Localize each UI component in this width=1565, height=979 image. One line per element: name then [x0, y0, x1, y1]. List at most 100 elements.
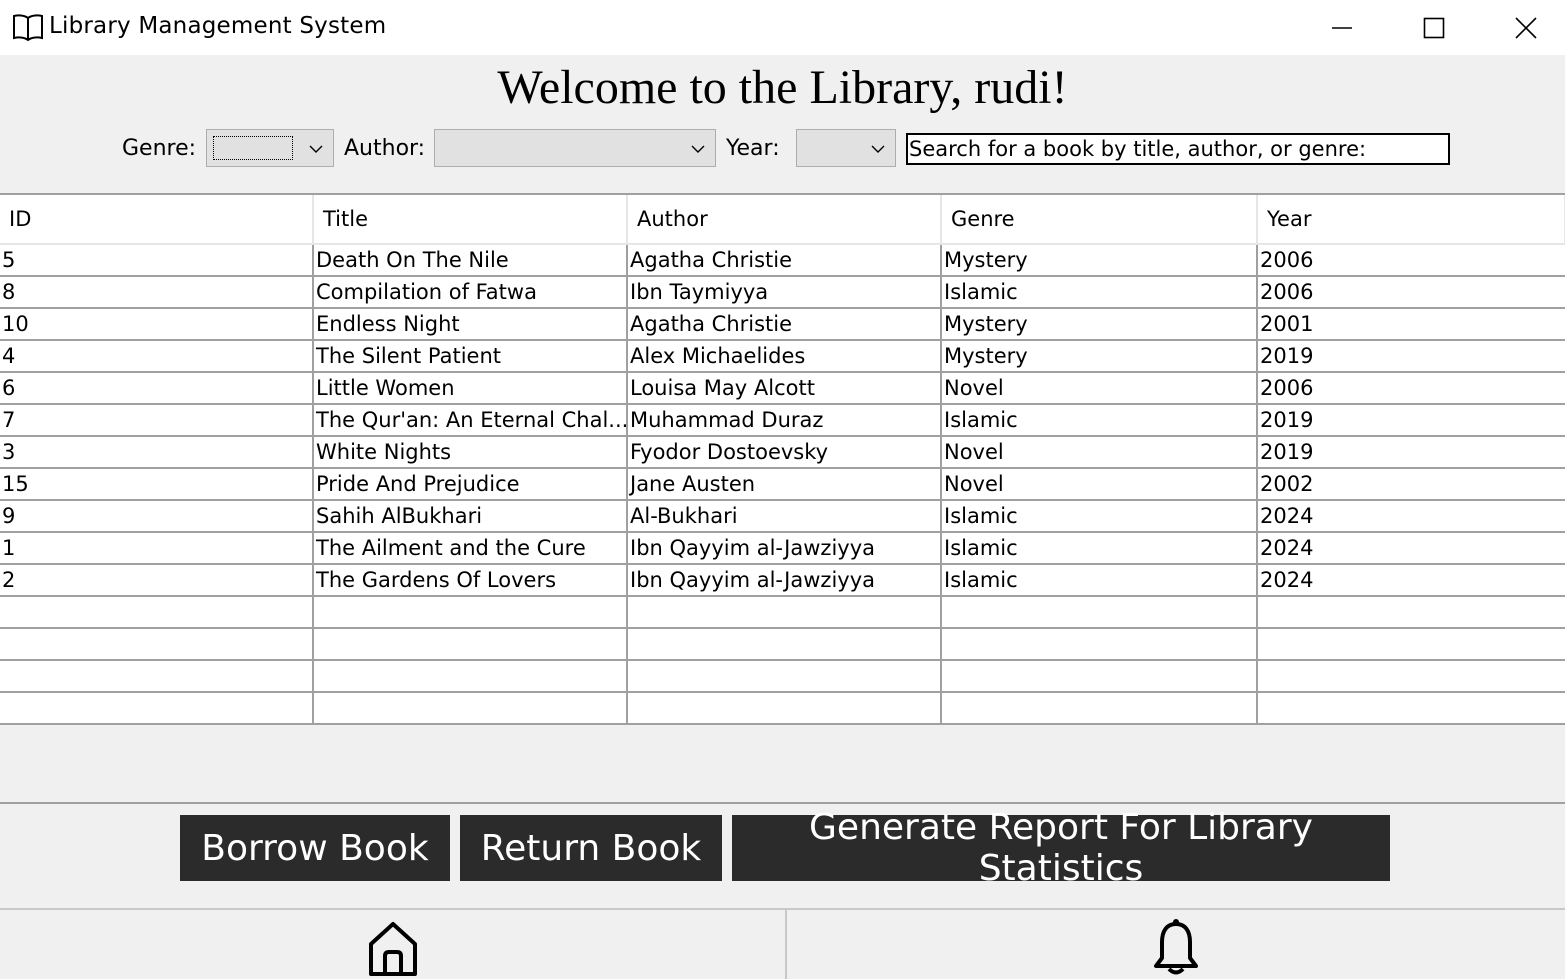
- table-cell-year: 2006: [1257, 244, 1565, 277]
- column-header-id[interactable]: ID: [0, 195, 314, 245]
- table-row[interactable]: 10 Endless Night Agatha Christie Mystery 200…: [0, 308, 1565, 341]
- table-cell-year: 2006: [1257, 372, 1565, 405]
- table-cell-year: [1257, 692, 1565, 725]
- home-button[interactable]: [0, 910, 785, 979]
- table-cell-genre: [941, 596, 1258, 629]
- table-cell-genre: [941, 628, 1258, 661]
- notifications-button[interactable]: [787, 910, 1565, 979]
- table-row[interactable]: 9 Sahih AlBukhari Al-Bukhari Islamic 2024: [0, 500, 1565, 533]
- table-cell-id: 1: [0, 532, 314, 565]
- table-cell-genre: Islamic: [941, 564, 1258, 597]
- chevron-down-icon: [691, 145, 705, 153]
- table-cell-genre: Islamic: [941, 500, 1258, 533]
- table-row[interactable]: 1 The Ailment and the Cure Ibn Qayyim al-J…: [0, 532, 1565, 565]
- books-table[interactable]: ID Title Author Genre Year 5 Death On The Nil…: [0, 193, 1565, 804]
- table-cell-id: 3: [0, 436, 314, 469]
- column-header-year[interactable]: Year: [1257, 195, 1565, 245]
- table-row[interactable]: 2 The Gardens Of Lovers Ibn Qayyim al-Jawz…: [0, 564, 1565, 597]
- window-title: Library Management System: [49, 13, 387, 39]
- table-cell-id: 2: [0, 564, 314, 597]
- table-row[interactable]: 6 Little Women Louisa May Alcott Novel 2006: [0, 372, 1565, 405]
- table-cell-year: 2024: [1257, 564, 1565, 597]
- table-cell-title: [313, 660, 628, 693]
- table-header-row: ID Title Author Genre Year: [0, 195, 1565, 245]
- column-header-title[interactable]: Title: [313, 195, 628, 245]
- table-cell-year: [1257, 596, 1565, 629]
- table-row[interactable]: 8 Compilation of Fatwa Ibn Taymiyya Islamic…: [0, 276, 1565, 309]
- column-header-genre[interactable]: Genre: [941, 195, 1258, 245]
- table-cell-id: [0, 692, 314, 725]
- welcome-heading: Welcome to the Library, rudi!: [497, 61, 1068, 114]
- table-cell-year: 2019: [1257, 404, 1565, 437]
- generate-report-button[interactable]: Generate Report For Library Statistics: [732, 807, 1390, 889]
- author-label: Author:: [344, 136, 426, 161]
- table-cell-id: 10: [0, 308, 314, 341]
- maximize-button[interactable]: [1388, 0, 1480, 55]
- table-cell-genre: Islamic: [941, 532, 1258, 565]
- column-header-author[interactable]: Author: [627, 195, 942, 245]
- table-cell-title: The Gardens Of Lovers: [313, 564, 628, 597]
- table-cell-title: White Nights: [313, 436, 628, 469]
- table-row[interactable]: [0, 660, 1565, 693]
- table-cell-author: Jane Austen: [627, 468, 942, 501]
- table-row[interactable]: 15 Pride And Prejudice Jane Austen Novel 200…: [0, 468, 1565, 501]
- table-row[interactable]: 7 The Qur'an: An Eternal Chal... Muhammad …: [0, 404, 1565, 437]
- author-select[interactable]: [434, 129, 716, 167]
- table-cell-author: Al-Bukhari: [627, 500, 942, 533]
- table-cell-author: [627, 660, 942, 693]
- table-row[interactable]: [0, 628, 1565, 661]
- table-cell-author: Muhammad Duraz: [627, 404, 942, 437]
- table-cell-author: Ibn Taymiyya: [627, 276, 942, 309]
- table-cell-title: The Ailment and the Cure: [313, 532, 628, 565]
- table-cell-year: 2024: [1257, 500, 1565, 533]
- table-cell-author: [627, 692, 942, 725]
- table-row[interactable]: 3 White Nights Fyodor Dostoevsky Novel 2019: [0, 436, 1565, 469]
- app-window: Library Management System Welcome to the…: [0, 0, 1565, 979]
- table-cell-id: [0, 660, 314, 693]
- table-cell-title: The Qur'an: An Eternal Chal...: [313, 404, 628, 437]
- action-bar: Borrow Book Return Book Generate Report …: [0, 807, 1565, 889]
- year-select[interactable]: [796, 129, 896, 167]
- table-row[interactable]: [0, 692, 1565, 725]
- bell-icon: [1154, 918, 1198, 974]
- table-cell-genre: Mystery: [941, 308, 1258, 341]
- genre-label: Genre:: [122, 136, 197, 161]
- genre-select[interactable]: [206, 129, 334, 167]
- table-cell-genre: Mystery: [941, 244, 1258, 277]
- close-button[interactable]: [1480, 0, 1565, 55]
- table-row[interactable]: 5 Death On The Nile Agatha Christie Mystery…: [0, 244, 1565, 277]
- table-cell-genre: Islamic: [941, 404, 1258, 437]
- chevron-down-icon: [309, 145, 323, 153]
- table-cell-title: [313, 692, 628, 725]
- table-cell-year: 2001: [1257, 308, 1565, 341]
- table-cell-id: [0, 628, 314, 661]
- year-label: Year:: [726, 136, 780, 161]
- minimize-button[interactable]: [1296, 0, 1388, 55]
- table-cell-id: [0, 596, 314, 629]
- table-cell-id: 7: [0, 404, 314, 437]
- table-cell-year: 2024: [1257, 532, 1565, 565]
- table-cell-title: Death On The Nile: [313, 244, 628, 277]
- table-cell-id: 6: [0, 372, 314, 405]
- table-cell-year: 2002: [1257, 468, 1565, 501]
- table-cell-id: 9: [0, 500, 314, 533]
- bottom-nav: [0, 908, 1565, 979]
- table-cell-id: 5: [0, 244, 314, 277]
- table-cell-year: [1257, 660, 1565, 693]
- return-book-button[interactable]: Return Book: [460, 815, 722, 881]
- table-cell-title: [313, 628, 628, 661]
- title-bar[interactable]: Library Management System: [0, 0, 1565, 55]
- table-row[interactable]: [0, 596, 1565, 629]
- table-cell-title: The Silent Patient: [313, 340, 628, 373]
- search-input[interactable]: [906, 133, 1450, 165]
- home-icon: [368, 921, 417, 976]
- focus-indicator: [213, 136, 293, 160]
- minimize-icon: [1332, 26, 1352, 29]
- table-row[interactable]: 4 The Silent Patient Alex Michaelides Myste…: [0, 340, 1565, 373]
- table-cell-year: 2019: [1257, 436, 1565, 469]
- table-cell-author: [627, 628, 942, 661]
- borrow-book-button[interactable]: Borrow Book: [180, 815, 450, 881]
- table-cell-id: 8: [0, 276, 314, 309]
- table-cell-author: Fyodor Dostoevsky: [627, 436, 942, 469]
- table-cell-year: [1257, 628, 1565, 661]
